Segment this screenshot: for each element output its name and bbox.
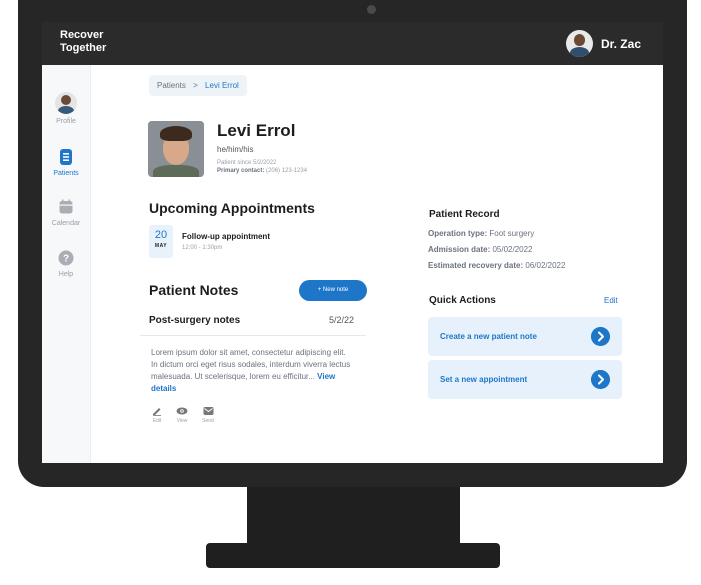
user-name: Dr. Zac — [600, 36, 641, 51]
patient-name: Levi Errol — [217, 121, 296, 140]
appointment-month: MAY — [154, 243, 168, 249]
camera-dot — [367, 5, 376, 14]
app-screen: Recover Together Dr. Zac Profile Patient… — [42, 22, 663, 463]
operation-type-label: Operation type: — [428, 229, 488, 238]
help-icon: ? — [58, 250, 74, 266]
admission-date-value: 05/02/2022 — [492, 245, 533, 254]
appointment-date-badge: 20 MAY — [149, 225, 173, 258]
sidebar-item-profile[interactable]: Profile — [42, 92, 90, 125]
divider — [140, 335, 366, 336]
note-title: Post-surgery notes — [149, 315, 241, 326]
view-note-button[interactable]: View — [170, 406, 194, 424]
sidebar: Profile Patients Calendar ? Help — [42, 65, 91, 463]
chevron-right-icon — [591, 327, 610, 346]
primary-contact-label: Primary contact: — [217, 168, 265, 174]
set-appointment-action-label: Set a new appointment — [440, 375, 528, 384]
send-note-button[interactable]: Send — [196, 406, 220, 424]
patient-notes-heading: Patient Notes — [149, 282, 239, 298]
send-label: Send — [202, 418, 214, 424]
patient-pronouns: he/him/his — [217, 145, 254, 154]
edit-note-button[interactable]: Edit — [145, 406, 169, 424]
view-label: View — [176, 418, 188, 424]
recovery-date-value: 06/02/2022 — [525, 261, 566, 270]
breadcrumb-current: Levi Errol — [205, 81, 239, 90]
quick-actions-edit-link[interactable]: Edit — [604, 296, 618, 305]
sidebar-item-label: Profile — [56, 118, 76, 125]
edit-label: Edit — [152, 418, 162, 424]
sidebar-item-label: Calendar — [51, 220, 81, 227]
mail-icon — [203, 407, 213, 415]
sidebar-item-patients[interactable]: Patients — [42, 148, 90, 177]
appointment-time: 12:00 - 1:30pm — [182, 245, 223, 251]
sidebar-item-help[interactable]: ? Help — [42, 249, 90, 278]
operation-type: Operation type: Foot surgery — [428, 229, 534, 238]
admission-date: Admission date: 05/02/2022 — [428, 245, 533, 254]
chevron-right-icon — [591, 370, 610, 389]
user-menu[interactable]: Dr. Zac — [565, 30, 641, 57]
create-note-action[interactable]: Create a new patient note — [428, 317, 622, 356]
sidebar-item-label: Patients — [53, 170, 79, 177]
primary-contact: Primary contact: (206) 123-1234 — [217, 168, 307, 174]
patient-record-heading: Patient Record — [429, 209, 500, 220]
breadcrumb-separator: > — [193, 81, 198, 90]
quick-actions-heading: Quick Actions — [429, 295, 496, 306]
operation-type-value: Foot surgery — [489, 229, 535, 238]
appointments-heading: Upcoming Appointments — [149, 200, 315, 216]
profile-avatar-icon — [55, 92, 77, 114]
appointment-day: 20 — [154, 229, 168, 241]
patient-photo — [148, 121, 204, 177]
svg-text:?: ? — [63, 254, 69, 265]
patients-list-icon — [60, 149, 72, 165]
brand-logo-text[interactable]: Recover Together — [60, 29, 140, 55]
note-body: Lorem ipsum dolor sit amet, consectetur … — [151, 347, 351, 395]
set-appointment-action[interactable]: Set a new appointment — [428, 360, 622, 399]
admission-date-label: Admission date: — [428, 245, 491, 254]
sidebar-item-calendar[interactable]: Calendar — [42, 198, 90, 227]
note-date: 5/2/22 — [329, 315, 355, 325]
breadcrumb-root[interactable]: Patients — [157, 81, 186, 90]
eye-icon — [176, 407, 188, 415]
pencil-icon — [153, 408, 161, 416]
breadcrumb: Patients > Levi Errol — [149, 75, 247, 96]
appointment-title[interactable]: Follow-up appointment — [182, 232, 270, 241]
create-note-action-label: Create a new patient note — [440, 332, 537, 341]
new-note-button[interactable]: + New note — [299, 280, 367, 301]
sidebar-item-label: Help — [58, 271, 74, 278]
recovery-date-label: Estimated recovery date: — [428, 261, 524, 270]
monitor-base — [206, 543, 500, 568]
top-bar: Recover Together Dr. Zac — [42, 22, 663, 65]
avatar — [565, 30, 593, 57]
recovery-date: Estimated recovery date: 06/02/2022 — [428, 261, 565, 270]
calendar-icon — [59, 199, 73, 214]
primary-contact-value: (206) 123-1234 — [266, 168, 308, 174]
monitor-stand — [247, 487, 460, 547]
patient-since: Patient since 5/2/2022 — [217, 160, 277, 166]
